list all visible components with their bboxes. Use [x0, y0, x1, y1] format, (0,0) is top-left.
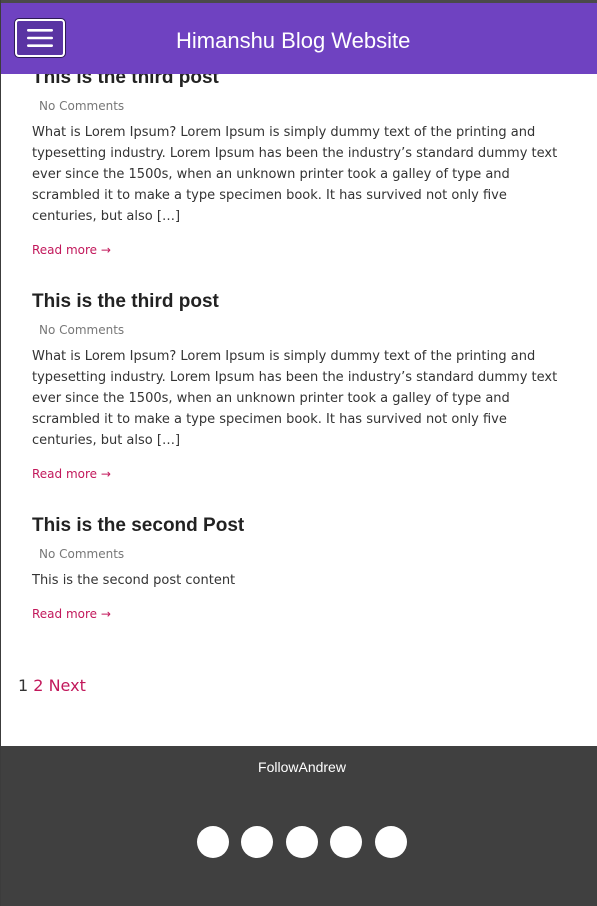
menu-toggle-button[interactable]: [15, 19, 65, 57]
hamburger-icon: [27, 29, 53, 47]
post-entry: This is the third post No Comments What …: [32, 290, 572, 482]
pagination-page-2-link[interactable]: 2: [33, 676, 43, 695]
post-entry: This is the second Post No Comments This…: [32, 514, 572, 622]
post-title[interactable]: This is the third post: [32, 290, 572, 314]
post-excerpt: What is Lorem Ipsum? Lorem Ipsum is simp…: [32, 349, 558, 448]
post-entry: This is the third post No Comments What …: [32, 66, 572, 258]
post-excerpt: This is the second post content: [32, 573, 236, 588]
post-comments-link[interactable]: No Comments: [39, 547, 572, 562]
footer-follow-text: FollowAndrew: [258, 759, 346, 775]
pagination-next-link[interactable]: Next: [49, 676, 86, 695]
post-excerpt: What is Lorem Ipsum? Lorem Ipsum is simp…: [32, 125, 558, 224]
pagination-current-page: 1: [18, 676, 29, 695]
social-icon-3[interactable]: [286, 826, 318, 858]
read-more-link[interactable]: Read more →: [32, 607, 111, 621]
social-icon-2[interactable]: [241, 826, 273, 858]
post-comments-link[interactable]: No Comments: [39, 323, 572, 338]
read-more-link[interactable]: Read more →: [32, 467, 111, 481]
post-comments-link[interactable]: No Comments: [39, 99, 572, 114]
social-icon-4[interactable]: [330, 826, 362, 858]
post-title[interactable]: This is the second Post: [32, 514, 572, 538]
pagination: 1 2 Next: [18, 676, 86, 696]
social-icon-5[interactable]: [375, 826, 407, 858]
social-icon-1[interactable]: [197, 826, 229, 858]
site-title[interactable]: Himanshu Blog Website: [176, 27, 410, 55]
left-border: [0, 0, 1, 906]
site-header: Himanshu Blog Website: [0, 3, 597, 74]
read-more-link[interactable]: Read more →: [32, 243, 111, 257]
